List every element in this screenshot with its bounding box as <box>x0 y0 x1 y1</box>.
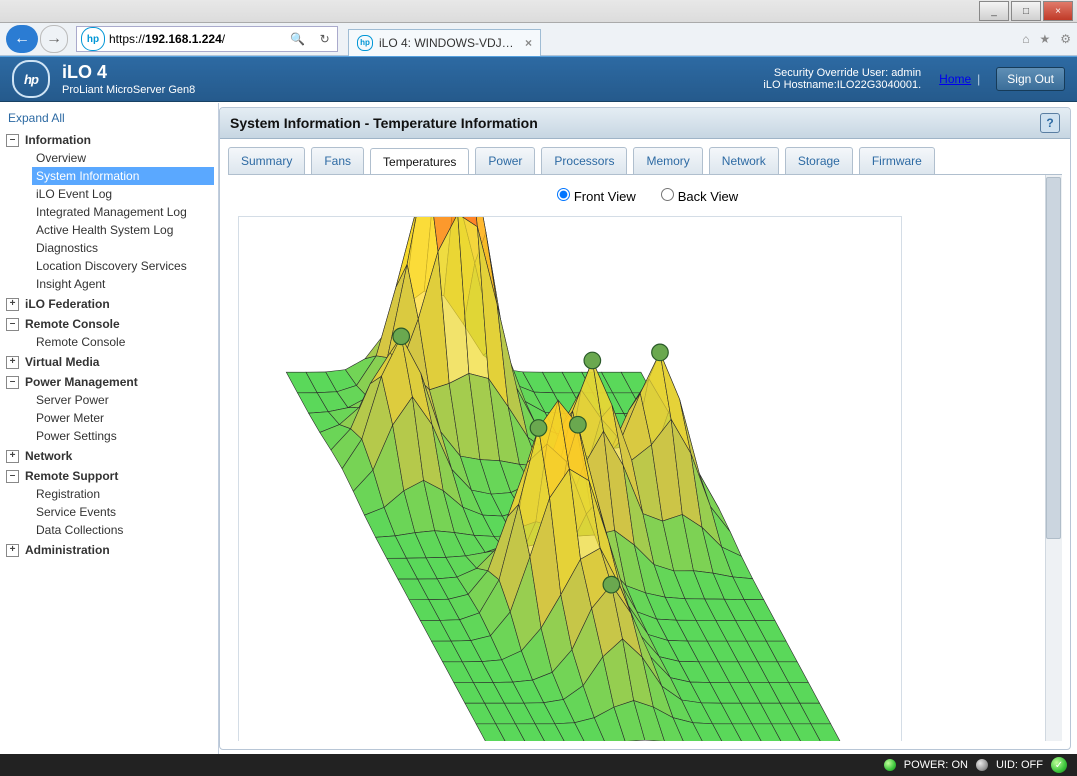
nav-item-integrated-management-log[interactable]: Integrated Management Log <box>32 203 214 221</box>
tab-processors[interactable]: Processors <box>541 147 627 175</box>
sensor-center <box>584 352 601 369</box>
sensor-mid-left <box>393 328 410 345</box>
back-button[interactable]: ← <box>6 25 38 53</box>
nav-group-administration[interactable]: +Administration <box>4 541 214 559</box>
collapse-icon[interactable]: – <box>6 376 19 389</box>
hp-logo: hp <box>12 60 50 98</box>
product-subtitle: ProLiant MicroServer Gen8 <box>62 84 195 96</box>
nav-item-ilo-event-log[interactable]: iLO Event Log <box>32 185 214 203</box>
view-selector: Front View Back View <box>228 185 1062 204</box>
uid-led-icon <box>976 759 988 771</box>
tab-firmware[interactable]: Firmware <box>859 147 935 175</box>
help-icon[interactable]: ? <box>1040 113 1060 133</box>
nav-item-location-discovery-services[interactable]: Location Discovery Services <box>32 257 214 275</box>
subtabs: SummaryFansTemperaturesPowerProcessorsMe… <box>220 139 1070 175</box>
nav-item-power-settings[interactable]: Power Settings <box>32 427 214 445</box>
nav-item-data-collections[interactable]: Data Collections <box>32 521 214 539</box>
product-title: iLO 4 <box>62 62 195 83</box>
status-bar: POWER: ON UID: OFF ✓ <box>0 754 1077 776</box>
nav-group-network[interactable]: +Network <box>4 447 214 465</box>
sensor-front-low <box>603 576 620 593</box>
tab-power[interactable]: Power <box>475 147 535 175</box>
nav-item-overview[interactable]: Overview <box>32 149 214 167</box>
nav-item-remote-console[interactable]: Remote Console <box>32 333 214 351</box>
nav-group-power-management[interactable]: –Power Management <box>4 373 214 391</box>
browser-toolbar: ← → hp https://192.168.1.224/ 🔍 ↻ hp iLO… <box>0 23 1077 56</box>
app-header: hp iLO 4 ProLiant MicroServer Gen8 Secur… <box>0 56 1077 102</box>
tab-close-icon[interactable]: × <box>525 36 532 50</box>
hostname-line: iLO Hostname:ILO22G3040001. <box>763 79 921 91</box>
main-panel: System Information - Temperature Informa… <box>219 107 1071 750</box>
front-view-radio[interactable]: Front View <box>552 185 636 204</box>
power-led-icon <box>884 759 896 771</box>
nav-group-information[interactable]: –Information <box>4 131 214 149</box>
sensor-front-center <box>570 416 587 433</box>
nav-item-diagnostics[interactable]: Diagnostics <box>32 239 214 257</box>
refresh-icon[interactable]: ↻ <box>320 32 330 46</box>
nav-item-registration[interactable]: Registration <box>32 485 214 503</box>
url-text: https://192.168.1.224/ <box>109 32 283 46</box>
window-minimize-button[interactable]: _ <box>979 1 1009 21</box>
window-close-button[interactable]: × <box>1043 1 1073 21</box>
expand-icon[interactable]: + <box>6 544 19 557</box>
nav-item-system-information[interactable]: System Information <box>32 167 214 185</box>
collapse-icon[interactable]: – <box>6 134 19 147</box>
nav-group-remote-support[interactable]: –Remote Support <box>4 467 214 485</box>
address-bar[interactable]: hp https://192.168.1.224/ 🔍 ↻ <box>76 26 338 52</box>
nav-sidebar: Expand All –InformationOverviewSystem In… <box>0 103 219 754</box>
page-title: System Information - Temperature Informa… <box>230 115 538 131</box>
window-maximize-button[interactable]: □ <box>1011 1 1041 21</box>
tab-network[interactable]: Network <box>709 147 779 175</box>
browser-tab[interactable]: hp iLO 4: WINDOWS-VDJLCF9 ... × <box>348 29 541 56</box>
nav-group-ilo-federation[interactable]: +iLO Federation <box>4 295 214 313</box>
expand-all-link[interactable]: Expand All <box>8 111 214 125</box>
favorites-icon[interactable]: ★ <box>1039 32 1050 46</box>
home-link[interactable]: Home <box>939 72 971 86</box>
tab-summary[interactable]: Summary <box>228 147 305 175</box>
tab-storage[interactable]: Storage <box>785 147 853 175</box>
tab-title: iLO 4: WINDOWS-VDJLCF9 ... <box>379 36 519 50</box>
uid-label: UID: OFF <box>996 759 1043 771</box>
nav-item-service-events[interactable]: Service Events <box>32 503 214 521</box>
security-user-line: Security Override User: admin <box>763 67 921 79</box>
hp-favicon: hp <box>81 27 105 51</box>
nav-item-server-power[interactable]: Server Power <box>32 391 214 409</box>
nav-group-virtual-media[interactable]: +Virtual Media <box>4 353 214 371</box>
collapse-icon[interactable]: – <box>6 318 19 331</box>
back-view-radio[interactable]: Back View <box>656 185 738 204</box>
nav-item-insight-agent[interactable]: Insight Agent <box>32 275 214 293</box>
nav-item-active-health-system-log[interactable]: Active Health System Log <box>32 221 214 239</box>
expand-icon[interactable]: + <box>6 298 19 311</box>
forward-button[interactable]: → <box>40 25 68 53</box>
sensor-front-left <box>530 420 547 437</box>
scrollbar[interactable] <box>1045 175 1062 741</box>
status-ok-icon: ✓ <box>1051 757 1067 773</box>
expand-icon[interactable]: + <box>6 450 19 463</box>
search-icon[interactable]: 🔍 <box>290 32 305 46</box>
tab-memory[interactable]: Memory <box>633 147 702 175</box>
tab-temperatures[interactable]: Temperatures <box>370 148 469 176</box>
expand-icon[interactable]: + <box>6 356 19 369</box>
temperature-3d-chart <box>238 216 902 741</box>
hp-favicon: hp <box>357 35 373 51</box>
window-titlebar: _ □ × <box>0 0 1077 23</box>
nav-item-power-meter[interactable]: Power Meter <box>32 409 214 427</box>
power-label: POWER: ON <box>904 759 968 771</box>
sign-out-button[interactable]: Sign Out <box>996 67 1065 91</box>
home-icon[interactable]: ⌂ <box>1022 32 1029 46</box>
nav-group-remote-console[interactable]: –Remote Console <box>4 315 214 333</box>
collapse-icon[interactable]: – <box>6 470 19 483</box>
tools-icon[interactable]: ⚙ <box>1060 32 1071 46</box>
tab-fans[interactable]: Fans <box>311 147 364 175</box>
sensor-right-edge <box>652 344 669 361</box>
